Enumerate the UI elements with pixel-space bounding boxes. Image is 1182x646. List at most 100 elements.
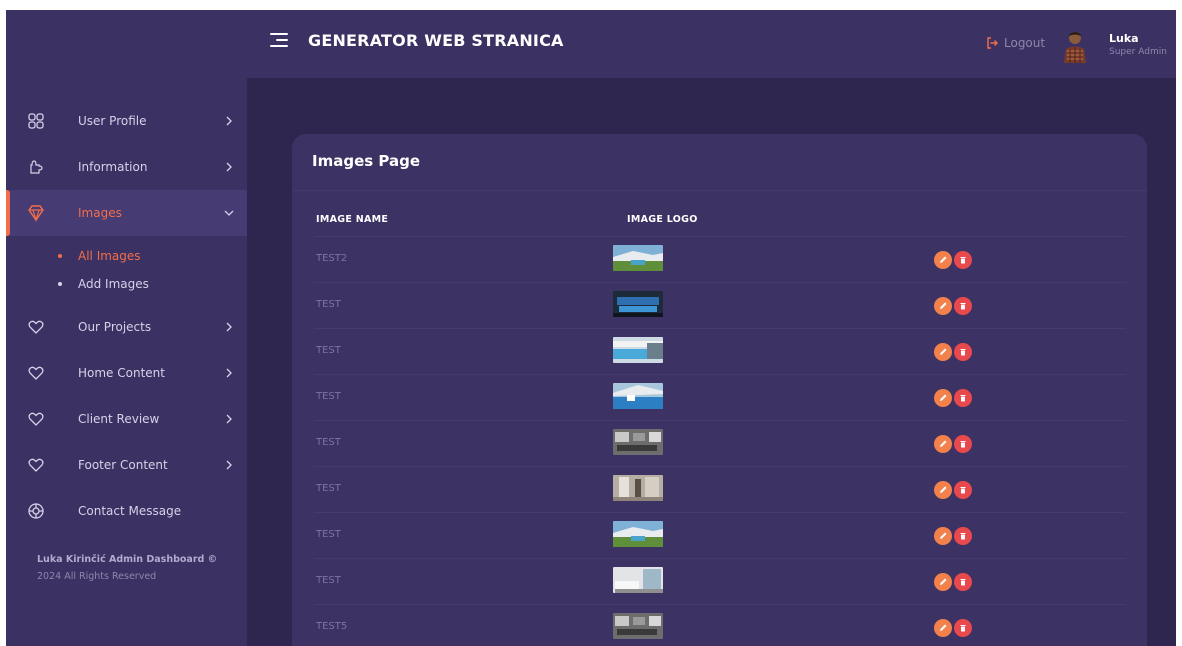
delete-button[interactable]: [954, 435, 972, 453]
trash-icon: [960, 579, 966, 586]
chevron-right-icon: [226, 116, 232, 126]
diamond-icon: [28, 205, 44, 222]
sidebar-item-label: User Profile: [78, 114, 147, 128]
pencil-icon: [940, 394, 947, 401]
trash-icon: [960, 533, 966, 540]
sidebar-subitem-all-images[interactable]: All Images: [58, 246, 141, 266]
sidebar-item-label: Contact Message: [78, 504, 182, 518]
sidebar-item-footer-content[interactable]: Footer Content: [6, 442, 247, 488]
image-name-cell: TEST: [316, 483, 341, 494]
delete-button[interactable]: [954, 527, 972, 545]
sidebar-item-home-content[interactable]: Home Content: [6, 350, 247, 396]
edit-button[interactable]: [934, 619, 952, 637]
sidebar-item-label: Home Content: [78, 366, 165, 380]
sidebar-item-user-profile[interactable]: User Profile: [6, 98, 247, 144]
sidebar-item-our-projects[interactable]: Our Projects: [6, 304, 247, 350]
heart-icon: [28, 320, 44, 334]
table-row: TEST: [314, 466, 1126, 512]
user-name: Luka: [1109, 32, 1139, 45]
trash-icon: [960, 257, 966, 264]
trash-icon: [960, 441, 966, 448]
page-title: Images Page: [312, 152, 421, 170]
table-row: TEST: [314, 420, 1126, 466]
brand-area: [6, 10, 247, 78]
logout-button[interactable]: Logout: [986, 36, 1045, 50]
delete-button[interactable]: [954, 481, 972, 499]
menu-toggle-icon[interactable]: [270, 32, 288, 48]
image-name-cell: TEST2: [316, 253, 348, 264]
trash-icon: [960, 303, 966, 310]
copyright-text: Luka Kirinčić Admin Dashboard ©: [37, 554, 218, 565]
sidebar-item-label: Footer Content: [78, 458, 168, 472]
edit-button[interactable]: [934, 389, 952, 407]
pencil-icon: [940, 624, 947, 631]
edit-button[interactable]: [934, 343, 952, 361]
sidebar-item-images[interactable]: Images: [6, 190, 247, 236]
image-name-cell: TEST: [316, 529, 341, 540]
sidebar-footer: Luka Kirinčić Admin Dashboard © 2024 All…: [37, 554, 237, 582]
sidebar-item-label: Client Review: [78, 412, 160, 426]
table-row: TEST2: [314, 236, 1126, 282]
app-window: GENERATOR WEB STRANICA Logout Luka Super…: [6, 10, 1176, 646]
heart-icon: [28, 458, 44, 472]
sidebar-item-information[interactable]: Information: [6, 144, 247, 190]
sidebar-item-label: Our Projects: [78, 320, 152, 334]
sidebar-item-client-review[interactable]: Client Review: [6, 396, 247, 442]
pencil-icon: [940, 440, 947, 447]
delete-button[interactable]: [954, 343, 972, 361]
logout-label: Logout: [1004, 36, 1046, 50]
edit-button[interactable]: [934, 251, 952, 269]
pencil-icon: [940, 486, 947, 493]
delete-button[interactable]: [954, 297, 972, 315]
house-pool-icon: [613, 521, 663, 547]
edit-button[interactable]: [934, 527, 952, 545]
night-pool-icon: [613, 291, 663, 317]
pencil-icon: [940, 532, 947, 539]
delete-button[interactable]: [954, 389, 972, 407]
app-title: GENERATOR WEB STRANICA: [308, 31, 564, 50]
pencil-icon: [940, 302, 947, 309]
heart-icon: [28, 412, 44, 426]
sidebar: User Profile Information Images All Imag…: [6, 78, 247, 646]
images-card: Images Page IMAGE NAME IMAGE LOGO TEST2 …: [292, 134, 1147, 646]
delete-button[interactable]: [954, 573, 972, 591]
rights-text: 2024 All Rights Reserved: [37, 571, 157, 582]
sidebar-item-label: Images: [78, 206, 122, 220]
sidebar-item-label: Information: [78, 160, 148, 174]
table-row: TEST: [314, 558, 1126, 604]
chevron-down-icon: [224, 210, 234, 216]
image-name-cell: TEST: [316, 575, 341, 586]
pool-roof-icon: [613, 383, 663, 409]
edit-button[interactable]: [934, 297, 952, 315]
trash-icon: [960, 349, 966, 356]
image-name-cell: TEST: [316, 391, 341, 402]
bedroom-icon: [613, 567, 663, 593]
delete-button[interactable]: [954, 251, 972, 269]
table-row: TEST: [314, 512, 1126, 558]
user-role: Super Admin: [1109, 47, 1167, 57]
trash-icon: [960, 625, 966, 632]
image-name-cell: TEST: [316, 437, 341, 448]
life-ring-icon: [28, 503, 44, 519]
pool-terrace-icon: [613, 337, 663, 363]
table-row: TEST: [314, 328, 1126, 374]
sidebar-subitem-add-images[interactable]: Add Images: [58, 274, 149, 294]
table-row: TEST: [314, 374, 1126, 420]
table-row: TEST5: [314, 604, 1126, 646]
chevron-right-icon: [226, 322, 232, 332]
pencil-icon: [940, 256, 947, 263]
image-name-cell: TEST: [316, 299, 341, 310]
heart-icon: [28, 366, 44, 380]
edit-button[interactable]: [934, 481, 952, 499]
trash-icon: [960, 487, 966, 494]
edit-button[interactable]: [934, 573, 952, 591]
image-name-cell: TEST: [316, 345, 341, 356]
avatar[interactable]: [1058, 27, 1092, 63]
sidebar-item-contact-message[interactable]: Contact Message: [6, 488, 247, 534]
chevron-right-icon: [226, 460, 232, 470]
sidebar-subitem-label: All Images: [78, 249, 141, 263]
column-header-image-logo: IMAGE LOGO: [627, 214, 698, 225]
living-room-icon: [613, 613, 663, 639]
delete-button[interactable]: [954, 619, 972, 637]
edit-button[interactable]: [934, 435, 952, 453]
